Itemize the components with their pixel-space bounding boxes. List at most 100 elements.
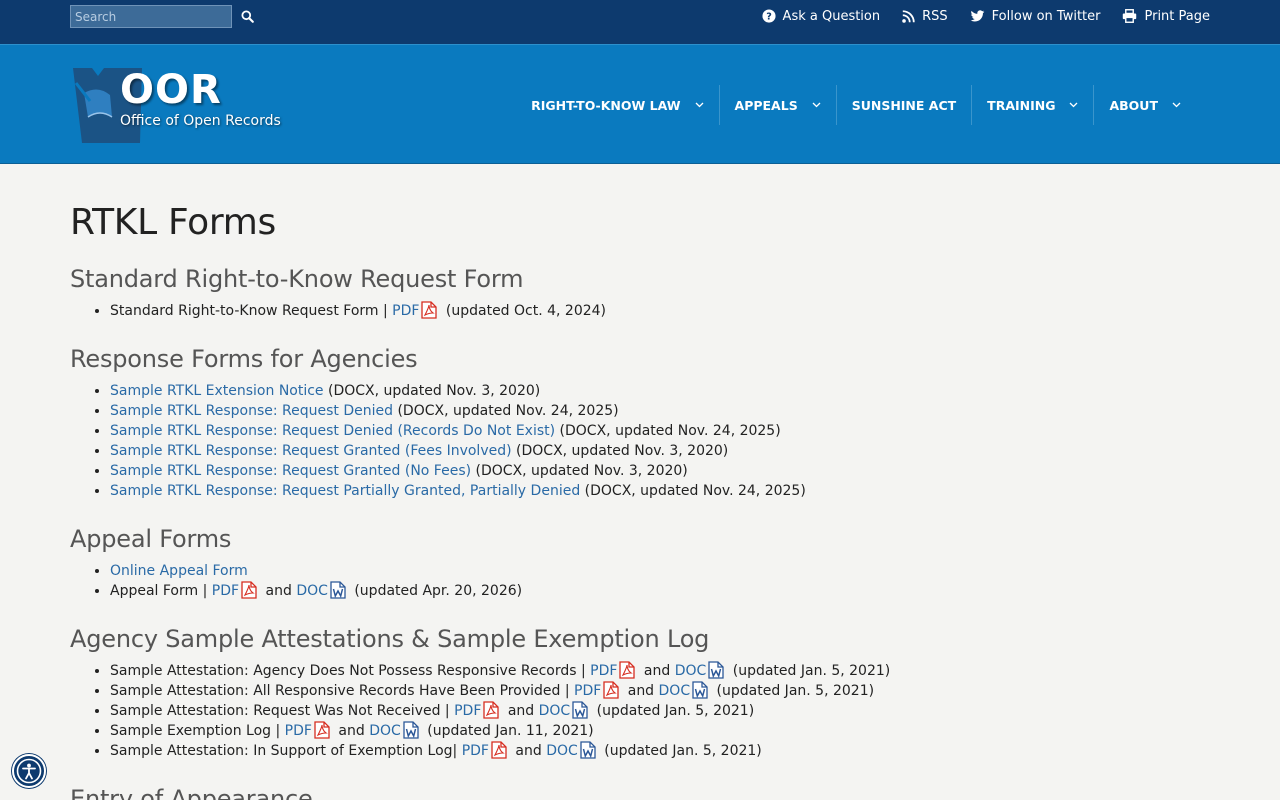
word-doc-icon[interactable] [403, 721, 419, 739]
section-heading-standard-request: Standard Right-to-Know Request Form [70, 265, 524, 293]
nav-training[interactable]: TRAINING [971, 85, 1093, 125]
pdf-link[interactable]: PDF [574, 683, 601, 699]
doc-link[interactable]: DOC [296, 583, 328, 599]
pdf-file-icon[interactable] [241, 581, 257, 599]
search-button[interactable] [236, 5, 258, 28]
pdf-file-icon[interactable] [619, 661, 636, 679]
search-input[interactable] [70, 5, 232, 28]
rss-link[interactable]: RSS [902, 9, 948, 24]
updated-date: (updated Jan. 5, 2021) [592, 703, 755, 719]
accessibility-button[interactable] [12, 754, 46, 788]
pdf-link[interactable]: PDF [590, 663, 617, 679]
section-heading-attestations: Agency Sample Attestations & Sample Exem… [70, 625, 710, 653]
word-doc-icon[interactable] [692, 681, 708, 699]
site-logo[interactable]: OOR Office of Open Records [70, 65, 290, 145]
form-meta: (DOCX, updated Nov. 3, 2020) [511, 443, 729, 459]
chevron-down-icon [812, 102, 821, 108]
rss-icon [902, 9, 915, 23]
twitter-link[interactable]: Follow on Twitter [970, 8, 1101, 24]
nav-right-to-know-law[interactable]: RIGHT-TO-KNOW LAW [516, 85, 718, 125]
doc-link[interactable]: DOC [539, 703, 571, 719]
logo-full-name: Office of Open Records [120, 113, 281, 129]
online-appeal-form-link[interactable]: Online Appeal Form [110, 563, 248, 579]
form-link[interactable]: Sample RTKL Response: Request Granted (N… [110, 463, 471, 479]
form-meta: (DOCX, updated Nov. 24, 2025) [580, 483, 806, 499]
search-icon [240, 10, 254, 23]
ask-question-link[interactable]: ? Ask a Question [761, 9, 880, 24]
pdf-link[interactable]: PDF [462, 743, 489, 759]
section-heading-entry-of-appearance: Entry of Appearance [70, 785, 313, 800]
form-link[interactable]: Sample RTKL Extension Notice [110, 383, 324, 399]
updated-date: (updated Jan. 11, 2021) [422, 723, 594, 739]
nav-appeals[interactable]: APPEALS [718, 85, 836, 125]
printer-icon [1123, 9, 1137, 23]
pdf-link[interactable]: PDF [212, 583, 239, 599]
accessibility-icon [16, 758, 42, 784]
appeal-forms-list: Online Appeal Form Appeal Form | PDF and… [110, 561, 1210, 601]
and-text: and [515, 743, 542, 759]
item-label: Sample Attestation: Agency Does Not Poss… [110, 663, 591, 679]
form-link[interactable]: Sample RTKL Response: Request Denied [110, 403, 393, 419]
item-label: Sample Exemption Log | [110, 723, 285, 739]
pdf-link[interactable]: PDF [285, 723, 312, 739]
attestations-list: Sample Attestation: Agency Does Not Poss… [110, 661, 1210, 761]
pdf-file-icon[interactable] [314, 721, 330, 739]
nav-about[interactable]: ABOUT [1093, 85, 1196, 125]
nav-label: ABOUT [1109, 97, 1158, 113]
updated-date: (updated Jan. 5, 2021) [712, 683, 875, 699]
pdf-file-icon[interactable] [491, 741, 507, 759]
doc-link[interactable]: DOC [369, 723, 401, 739]
chevron-down-icon [695, 102, 703, 108]
form-link[interactable]: Sample RTKL Response: Request Denied (Re… [110, 423, 555, 439]
and-text: and [627, 683, 655, 699]
list-item: Sample Exemption Log | PDF and DOC (upda… [110, 721, 1210, 741]
word-doc-icon[interactable] [708, 661, 724, 679]
site-header: OOR Office of Open Records RIGHT-TO-KNOW… [0, 44, 1280, 164]
nav-label: SUNSHINE ACT [851, 97, 957, 113]
list-item: Sample RTKL Response: Request Granted (F… [110, 441, 1210, 461]
list-item: Sample Attestation: In Support of Exempt… [110, 741, 1210, 761]
list-item: Standard Right-to-Know Request Form | PD… [110, 301, 1210, 321]
list-item: Appeal Form | PDF and DOC (updated Apr. … [110, 581, 1210, 601]
form-link[interactable]: Sample RTKL Response: Request Partially … [110, 483, 580, 499]
section-heading-appeal-forms: Appeal Forms [70, 525, 232, 553]
twitter-label: Follow on Twitter [991, 8, 1101, 24]
word-doc-icon[interactable] [572, 701, 588, 719]
nav-label: APPEALS [734, 97, 798, 113]
svg-text:?: ? [766, 12, 772, 23]
pdf-file-icon[interactable] [421, 301, 438, 319]
twitter-icon [970, 9, 985, 21]
nav-label: TRAINING [987, 97, 1056, 113]
updated-date: (updated Jan. 5, 2021) [599, 743, 762, 759]
print-page-label: Print Page [1144, 8, 1210, 24]
updated-date: (updated Apr. 20, 2026) [349, 583, 523, 599]
doc-link[interactable]: DOC [675, 663, 707, 679]
pdf-link[interactable]: PDF [454, 703, 481, 719]
list-item: Sample RTKL Response: Request Denied (Re… [110, 421, 1210, 441]
print-page-link[interactable]: Print Page [1122, 9, 1210, 24]
doc-link[interactable]: DOC [659, 683, 691, 699]
chevron-down-icon [1070, 102, 1078, 108]
nav-sunshine-act[interactable]: SUNSHINE ACT [835, 85, 971, 125]
item-label: Sample Attestation: All Responsive Recor… [110, 683, 574, 699]
and-text: and [265, 583, 292, 599]
form-link[interactable]: Sample RTKL Response: Request Granted (F… [110, 443, 512, 459]
pdf-file-icon[interactable] [483, 701, 500, 719]
list-item: Sample Attestation: Request Was Not Rece… [110, 701, 1210, 721]
pdf-link[interactable]: PDF [392, 303, 419, 319]
and-text: and [338, 723, 365, 739]
logo-abbreviation: OOR [120, 67, 222, 113]
word-doc-icon[interactable] [330, 581, 346, 599]
search-form [70, 5, 258, 28]
pdf-file-icon[interactable] [603, 681, 619, 699]
doc-link[interactable]: DOC [546, 743, 578, 759]
item-label: Sample Attestation: Request Was Not Rece… [110, 703, 455, 719]
list-item: Sample Attestation: All Responsive Recor… [110, 681, 1210, 701]
response-forms-list: Sample RTKL Extension Notice (DOCX, upda… [110, 381, 1210, 501]
word-doc-icon[interactable] [580, 741, 596, 759]
utility-links: ? Ask a Question RSS Follow on Twitter P… [761, 0, 1210, 32]
item-label: Appeal Form | [110, 583, 212, 599]
list-item: Sample Attestation: Agency Does Not Poss… [110, 661, 1210, 681]
main-content: RTKL Forms Standard Right-to-Know Reques… [0, 164, 1280, 800]
form-meta: (DOCX, updated Nov. 24, 2025) [393, 403, 619, 419]
